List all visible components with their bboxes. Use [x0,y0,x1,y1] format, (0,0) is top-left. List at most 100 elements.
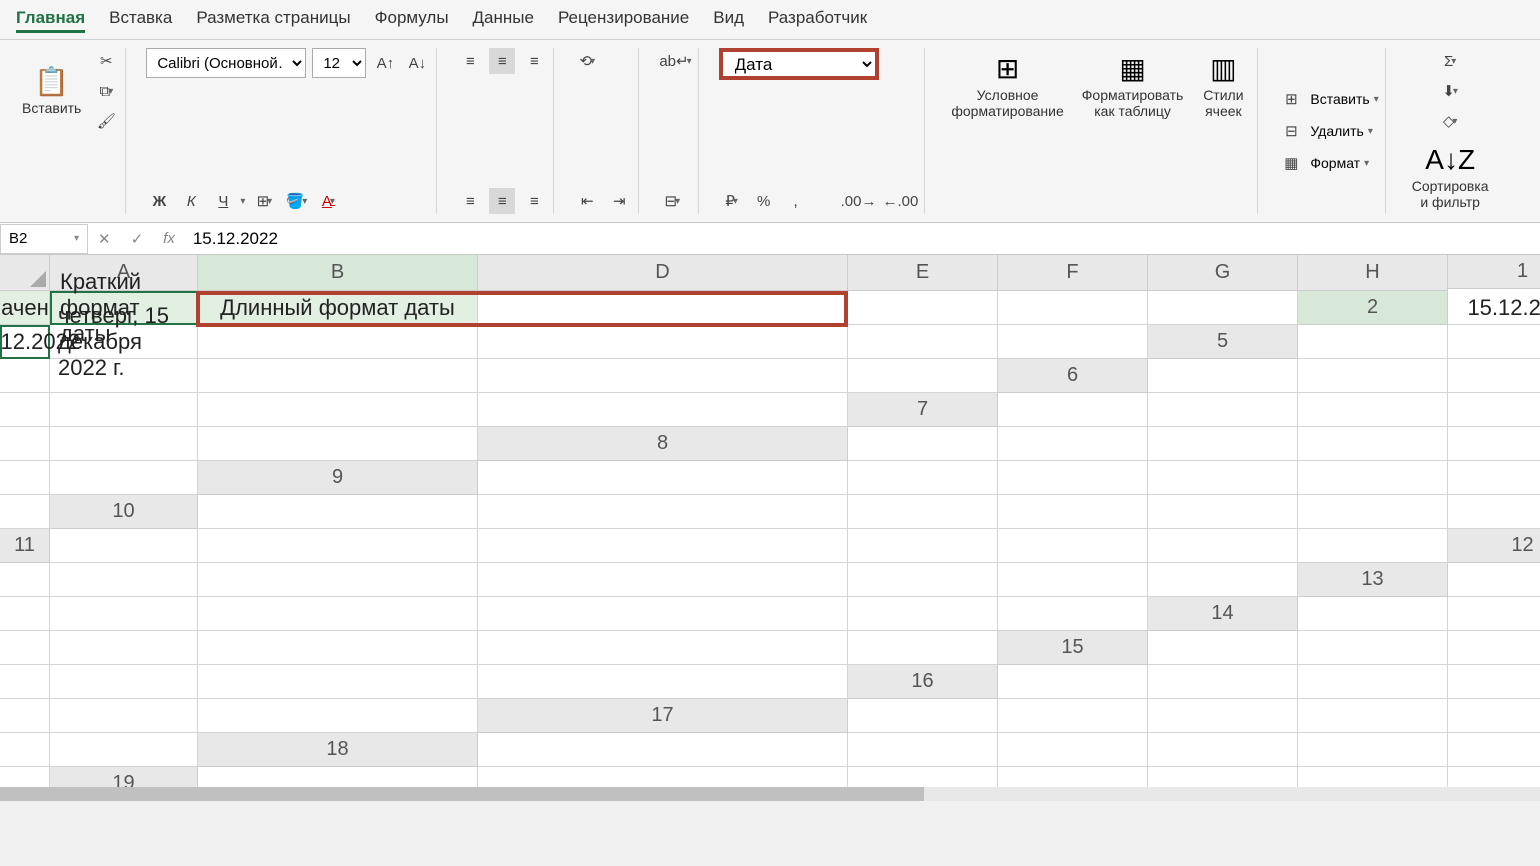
bold-button[interactable]: Ж [146,188,172,214]
merge-cells-icon[interactable]: ⊟▾ [659,188,685,214]
cell-H10[interactable] [1448,495,1540,529]
cell-F16[interactable] [0,699,50,733]
align-bottom-icon[interactable]: ≡ [521,48,547,74]
cell-D18[interactable] [998,733,1148,767]
cell-G13[interactable] [848,597,998,631]
autosum-icon[interactable]: Σ▾ [1437,48,1463,74]
cell-D1[interactable]: Длинный формат даты [198,291,478,325]
cell-D6[interactable] [1448,359,1540,393]
cell-E17[interactable] [1298,699,1448,733]
cell-A15[interactable] [1148,631,1298,665]
cell-E6[interactable] [0,393,50,427]
cell-A10[interactable] [198,495,478,529]
formula-input[interactable]: 15.12.2022 [185,229,1540,249]
cell-B12[interactable] [50,563,198,597]
cell-B17[interactable] [998,699,1148,733]
decrease-font-icon[interactable]: A↓ [404,50,430,76]
fx-icon[interactable]: fx [153,230,185,247]
cell-D7[interactable] [1298,393,1448,427]
cell-B7[interactable] [1148,393,1298,427]
cell-A9[interactable] [478,461,848,495]
cancel-formula-icon[interactable]: ✕ [88,230,121,248]
cut-icon[interactable]: ✂ [93,48,119,74]
cell-E7[interactable] [1448,393,1540,427]
align-middle-icon[interactable]: ≡ [489,48,515,74]
cell-E15[interactable] [0,665,50,699]
cell-H12[interactable] [1148,563,1298,597]
col-header-G[interactable]: G [1148,255,1298,291]
cell-E2[interactable] [198,325,478,359]
cell-E9[interactable] [1148,461,1298,495]
cell-G10[interactable] [1298,495,1448,529]
borders-button[interactable]: ⊞▾ [251,188,277,214]
cell-B15[interactable] [1298,631,1448,665]
row-header-13[interactable]: 13 [1298,563,1448,597]
cell-B18[interactable] [848,733,998,767]
horizontal-scrollbar[interactable] [0,787,1540,801]
row-header-11[interactable]: 11 [0,529,50,563]
cell-F13[interactable] [478,597,848,631]
cell-B6[interactable] [1298,359,1448,393]
select-all-corner[interactable] [0,255,50,291]
cell-A12[interactable] [0,563,50,597]
cell-D8[interactable] [1148,427,1298,461]
sort-filter-button[interactable]: A↓ZСортировка и фильтр [1406,140,1495,214]
enter-formula-icon[interactable]: ✓ [121,230,154,248]
cell-A5[interactable] [1298,325,1448,359]
cell-F8[interactable] [1448,427,1540,461]
comma-icon[interactable]: , [783,188,809,214]
cell-A17[interactable] [848,699,998,733]
row-header-9[interactable]: 9 [198,461,478,495]
clear-icon[interactable]: ◇▾ [1437,108,1463,134]
cell-B2[interactable]: 15.12.2022 [0,325,50,359]
font-size-select[interactable]: 12 [312,48,366,78]
paste-button[interactable]: 📋 Вставить [16,61,87,120]
cell-G1[interactable] [998,291,1148,325]
cell-B10[interactable] [478,495,848,529]
cell-F5[interactable] [198,359,478,393]
tab-data[interactable]: Данные [473,6,534,33]
cell-E16[interactable] [1448,665,1540,699]
row-header-16[interactable]: 16 [848,665,998,699]
name-box[interactable]: B2▾ [0,224,88,254]
tab-page-layout[interactable]: Разметка страницы [196,6,350,33]
cell-E10[interactable] [998,495,1148,529]
cell-D2[interactable]: четверг, 15 декабря 2022 г. [50,325,198,359]
col-header-H[interactable]: H [1298,255,1448,291]
cell-A11[interactable] [50,529,198,563]
cell-H13[interactable] [998,597,1148,631]
row-header-5[interactable]: 5 [1148,325,1298,359]
cell-E14[interactable] [50,631,198,665]
row-header-18[interactable]: 18 [198,733,478,767]
col-header-E[interactable]: E [848,255,998,291]
align-left-icon[interactable]: ≡ [457,188,483,214]
cell-G16[interactable] [50,699,198,733]
cell-H8[interactable] [50,461,198,495]
cell-F12[interactable] [848,563,998,597]
cell-G14[interactable] [478,631,848,665]
align-right-icon[interactable]: ≡ [521,188,547,214]
increase-indent-icon[interactable]: ⇥ [606,188,632,214]
fill-color-button[interactable]: 🪣▾ [283,188,309,214]
cell-G11[interactable] [1148,529,1298,563]
row-header-2[interactable]: 2 [1298,291,1448,325]
cell-B9[interactable] [848,461,998,495]
cell-D12[interactable] [198,563,478,597]
cell-styles-button[interactable]: ▥Стили ячеек [1195,48,1251,123]
number-format-select[interactable]: Дата [719,48,879,80]
cell-B8[interactable] [998,427,1148,461]
cell-A1[interactable]: Значение [0,291,50,325]
cell-H14[interactable] [848,631,998,665]
cell-G9[interactable] [1448,461,1540,495]
cell-F6[interactable] [50,393,198,427]
format-painter-icon[interactable]: 🖌 [93,108,119,134]
format-as-table-button[interactable]: ▦Форматировать как таблицу [1076,48,1190,123]
decrease-indent-icon[interactable]: ⇤ [574,188,600,214]
font-family-select[interactable]: Calibri (Основной… [146,48,306,78]
cell-F2[interactable] [478,325,848,359]
cell-G12[interactable] [998,563,1148,597]
row-header-8[interactable]: 8 [478,427,848,461]
cell-D5[interactable] [0,359,50,393]
col-header-D[interactable]: D [478,255,848,291]
cell-A13[interactable] [1448,563,1540,597]
